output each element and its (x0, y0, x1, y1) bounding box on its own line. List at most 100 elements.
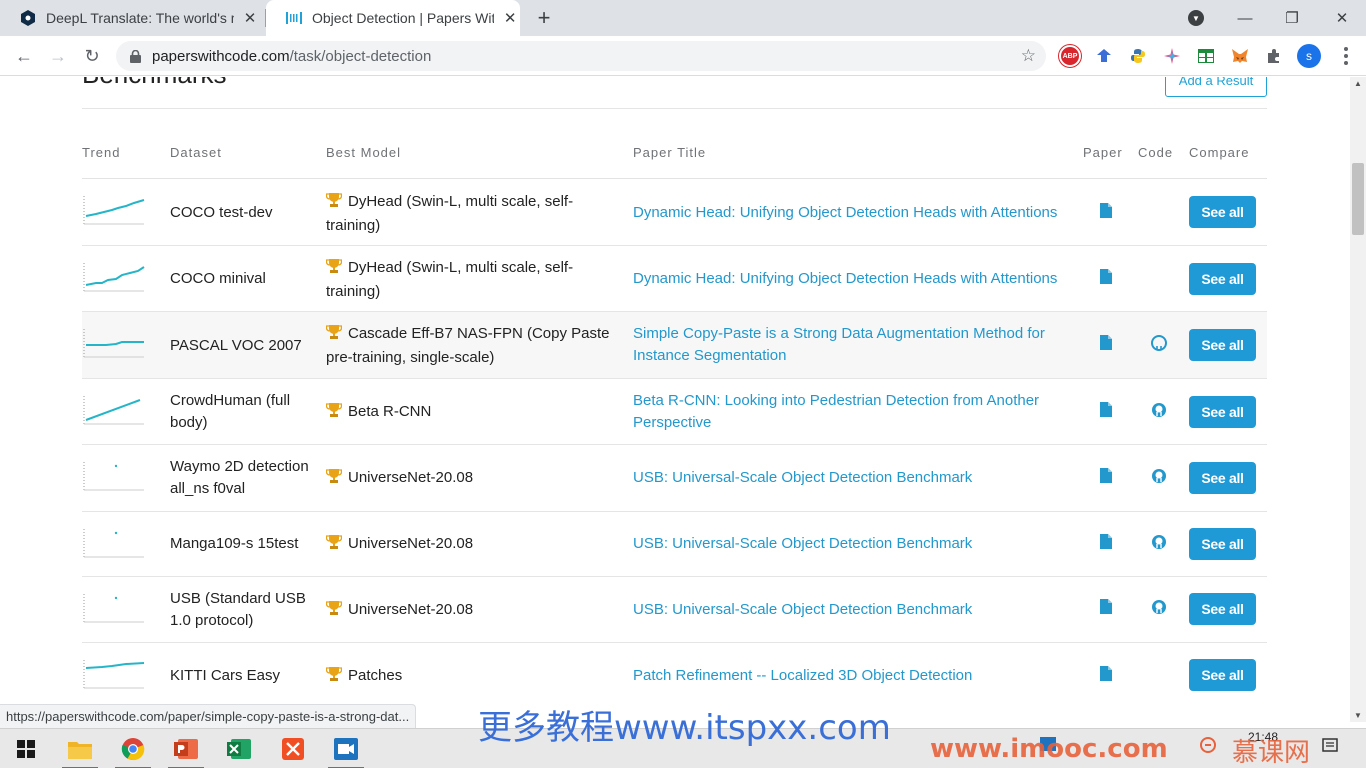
tab-deepl[interactable]: DeepL Translate: The world's m ✕ (0, 0, 266, 36)
paper-title-link[interactable]: USB: Universal-Scale Object Detection Be… (633, 599, 1073, 621)
paper-file-icon[interactable] (1100, 269, 1112, 284)
add-result-button[interactable]: Add a Result (1165, 77, 1267, 97)
address-bar[interactable]: paperswithcode.com/task/object-detection… (116, 41, 1046, 71)
reload-icon[interactable]: ↻ (80, 44, 104, 68)
trophy-icon (325, 258, 344, 281)
trend-sparkline[interactable] (82, 592, 146, 628)
dataset-link[interactable]: KITTI Cars Easy (170, 665, 320, 687)
github-icon[interactable] (1151, 534, 1167, 550)
see-all-button[interactable]: See all (1189, 263, 1256, 295)
status-bar-url: https://paperswithcode.com/paper/simple-… (0, 704, 417, 728)
metamask-fox-icon[interactable] (1229, 45, 1251, 67)
dataset-link[interactable]: CrowdHuman (full body) (170, 390, 320, 434)
notification-icon[interactable] (1322, 737, 1338, 756)
trend-sparkline[interactable] (82, 194, 146, 230)
paper-title-link[interactable]: Beta R-CNN: Looking into Pedestrian Dete… (633, 390, 1073, 434)
paper-file-icon[interactable] (1100, 402, 1112, 417)
trend-sparkline[interactable] (82, 394, 146, 430)
see-all-button[interactable]: See all (1189, 329, 1256, 361)
minimize-icon[interactable]: — (1221, 0, 1269, 36)
dataset-link[interactable]: COCO test-dev (170, 202, 320, 224)
github-icon[interactable] (1151, 335, 1167, 351)
window-close-icon[interactable]: ✕ (1318, 0, 1366, 36)
paper-title-link[interactable]: Dynamic Head: Unifying Object Detection … (633, 202, 1073, 224)
paper-title-link[interactable]: Simple Copy-Paste is a Strong Data Augme… (633, 323, 1073, 367)
column-header-compare: Compare (1189, 145, 1250, 160)
paper-file-icon[interactable] (1100, 335, 1112, 350)
paper-title-link[interactable]: USB: Universal-Scale Object Detection Be… (633, 533, 1073, 555)
scroll-down-arrow-icon[interactable]: ▼ (1354, 711, 1362, 720)
table-row: Waymo 2D detection all_ns f0val Universe… (82, 445, 1267, 512)
close-icon[interactable]: ✕ (240, 8, 260, 28)
xmind-icon[interactable] (271, 733, 315, 765)
colorful-star-extension-icon[interactable] (1161, 45, 1183, 67)
best-model: UniverseNet-20.08 (325, 599, 616, 623)
chrome-menu-icon[interactable] (1334, 44, 1358, 68)
table-row: Manga109-s 15test UniverseNet-20.08 USB:… (82, 512, 1267, 577)
dataset-link[interactable]: USB (Standard USB 1.0 protocol) (170, 588, 320, 632)
trend-sparkline[interactable] (82, 460, 146, 496)
see-all-button[interactable]: See all (1189, 396, 1256, 428)
scroll-up-arrow-icon[interactable]: ▲ (1354, 79, 1362, 88)
see-all-button[interactable]: See all (1189, 462, 1256, 494)
column-header-dataset: Dataset (170, 145, 222, 160)
paper-title-link[interactable]: Patch Refinement -- Localized 3D Object … (633, 665, 1073, 687)
paper-file-icon[interactable] (1100, 203, 1112, 218)
video-recorder-icon[interactable] (324, 733, 368, 768)
github-icon[interactable] (1151, 599, 1167, 615)
python-extension-icon[interactable] (1127, 45, 1149, 67)
windows-start-icon[interactable] (4, 733, 48, 765)
adblock-plus-icon[interactable]: ABP (1059, 45, 1081, 67)
paper-file-icon[interactable] (1100, 666, 1112, 681)
github-icon[interactable] (1151, 468, 1167, 484)
url-path: /task/object-detection (289, 47, 432, 65)
tray-app-icon[interactable] (1200, 737, 1216, 756)
paperswithcode-favicon-icon (286, 10, 302, 26)
close-icon[interactable]: ✕ (500, 8, 520, 28)
see-all-button[interactable]: See all (1189, 593, 1256, 625)
deepl-favicon-icon (20, 10, 36, 26)
lock-icon[interactable] (128, 49, 142, 63)
file-explorer-icon[interactable] (58, 733, 102, 768)
trophy-icon (325, 324, 344, 347)
see-all-button[interactable]: See all (1189, 196, 1256, 228)
restore-icon[interactable]: ❐ (1268, 0, 1316, 36)
watermark-imooc: www.imooc.com (930, 734, 1168, 764)
profile-avatar[interactable]: s (1297, 44, 1321, 68)
see-all-button[interactable]: See all (1189, 528, 1256, 560)
powerpoint-icon[interactable] (164, 733, 208, 768)
forward-arrow-icon[interactable]: → (46, 44, 70, 68)
trend-sparkline[interactable] (82, 261, 146, 297)
trend-sparkline[interactable] (82, 527, 146, 563)
column-header-paper-title: Paper Title (633, 145, 707, 160)
table-row: COCO minival DyHead (Swin-L, multi scale… (82, 246, 1267, 312)
new-tab-button[interactable]: + (532, 5, 556, 30)
excel-icon[interactable] (217, 733, 261, 765)
back-arrow-icon[interactable]: ← (12, 44, 36, 68)
dataset-link[interactable]: PASCAL VOC 2007 (170, 335, 320, 357)
github-icon[interactable] (1151, 402, 1167, 418)
paper-title-link[interactable]: USB: Universal-Scale Object Detection Be… (633, 467, 1073, 489)
trend-sparkline[interactable] (82, 658, 146, 694)
dataset-link[interactable]: COCO minival (170, 268, 320, 290)
paper-file-icon[interactable] (1100, 468, 1112, 483)
paper-title-link[interactable]: Dynamic Head: Unifying Object Detection … (633, 268, 1073, 290)
extension-blue-arrow-icon[interactable] (1093, 45, 1115, 67)
page-scrollbar[interactable]: ▲ ▼ (1350, 77, 1366, 722)
table-extension-icon[interactable] (1195, 45, 1217, 67)
dataset-link[interactable]: Manga109-s 15test (170, 533, 320, 555)
see-all-button[interactable]: See all (1189, 659, 1256, 691)
paper-file-icon[interactable] (1100, 534, 1112, 549)
browser-toolbar: ← → ↻ paperswithcode.com/task/object-det… (0, 36, 1366, 76)
scrollbar-thumb[interactable] (1352, 163, 1364, 235)
dataset-link[interactable]: Waymo 2D detection all_ns f0val (170, 456, 320, 500)
tab-search-icon[interactable]: ▼ (1188, 10, 1204, 26)
table-row: COCO test-dev DyHead (Swin-L, multi scal… (82, 179, 1267, 246)
trend-sparkline[interactable] (82, 327, 146, 363)
bookmark-star-icon[interactable]: ☆ (1021, 46, 1036, 66)
chrome-icon[interactable] (111, 733, 155, 768)
tab-object-detection[interactable]: Object Detection | Papers With ✕ (266, 0, 520, 36)
extensions-puzzle-icon[interactable] (1263, 45, 1285, 67)
trophy-icon (325, 468, 344, 491)
paper-file-icon[interactable] (1100, 599, 1112, 614)
